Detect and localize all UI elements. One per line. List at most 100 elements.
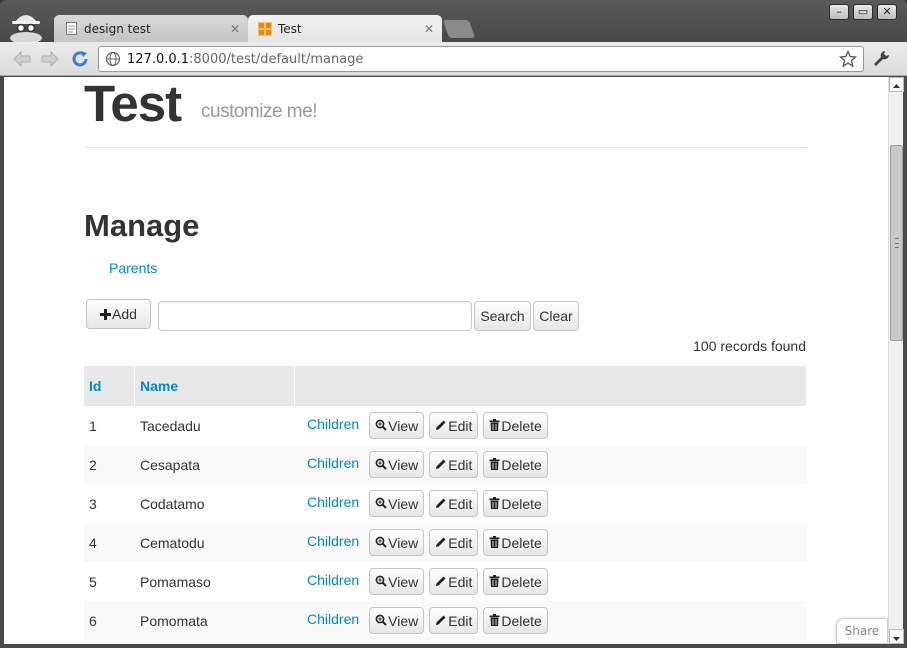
vertical-scrollbar[interactable] [888,77,904,644]
pencil-icon [435,574,448,590]
table-header: Id Name [84,366,807,406]
table-row: 1 Tacedadu Children View Edit Delete [84,406,807,445]
row-actions: Children View Edit Delete [295,568,807,595]
wrench-icon[interactable] [872,50,890,72]
zoom-in-icon [375,457,388,473]
pencil-icon [435,535,448,551]
delete-button[interactable]: Delete [483,451,548,478]
tab-design-test[interactable]: design test ✕ [54,15,248,42]
records-count: 100 records found [693,338,806,354]
table-row: 5 Pomamaso Children View Edit Delete [84,562,807,601]
page-icon [64,22,78,36]
bookmark-star-icon[interactable] [838,49,858,72]
new-tab-button[interactable] [442,20,476,38]
edit-button[interactable]: Edit [429,412,479,439]
delete-button[interactable]: Delete [483,490,548,517]
pencil-icon [435,418,448,434]
edit-button[interactable]: Edit [429,451,479,478]
scroll-up-arrow-icon[interactable] [889,77,904,92]
page-title: Manage [84,208,200,243]
table-row: 2 Cesapata Children View Edit Delete [84,445,807,484]
delete-label: Delete [501,612,542,629]
delete-button[interactable]: Delete [483,412,548,439]
row-actions: Children View Edit Delete [295,529,807,556]
pencil-icon [435,613,448,629]
children-link[interactable]: Children [307,455,359,471]
children-link[interactable]: Children [307,494,359,510]
maximize-button[interactable]: ▭ [853,4,873,20]
scroll-thumb[interactable] [890,145,903,341]
page-container: Test customize me! Manage Parents Add Se… [84,77,807,640]
url-host: 127.0.0.1 [127,51,190,67]
web2py-icon [258,21,272,36]
edit-label: Edit [448,417,473,434]
delete-button[interactable]: Delete [483,568,548,595]
address-bar[interactable]: 127.0.0.1:8000/test/default/manage [98,46,864,72]
view-button[interactable]: View [369,607,425,634]
zoom-in-icon [375,613,388,629]
site-title: Test [84,77,182,132]
delete-button[interactable]: Delete [483,529,548,556]
delete-label: Delete [501,573,542,590]
column-header-id[interactable]: Id [84,366,135,406]
tab-title: Test [278,21,302,36]
close-tab-icon[interactable]: ✕ [424,22,434,36]
view-button[interactable]: View [369,451,425,478]
delete-button[interactable]: Delete [483,607,548,634]
cell-name: Cematodu [140,534,205,551]
edit-button[interactable]: Edit [429,607,479,634]
add-label: Add [112,306,137,322]
parents-link[interactable]: Parents [109,260,157,276]
table-body: 1 Tacedadu Children View Edit Delete 2 Cesapata… [84,406,807,640]
edit-button[interactable]: Edit [429,568,479,595]
row-actions: Children View Edit Delete [295,451,807,478]
tab-test[interactable]: Test ✕ [248,15,442,42]
minimize-button[interactable]: – [829,4,849,20]
trash-icon [489,496,501,512]
search-button[interactable]: Search [474,301,531,331]
pencil-icon [435,457,448,473]
zoom-in-icon [375,535,388,551]
cell-name: Codatamo [140,495,205,512]
cell-name: Tacedadu [140,417,201,434]
table-row: 3 Codatamo Children View Edit Delete [84,484,807,523]
children-link[interactable]: Children [307,416,359,432]
edit-button[interactable]: Edit [429,529,479,556]
search-input[interactable] [158,301,472,331]
row-actions: Children View Edit Delete [295,412,807,439]
children-link[interactable]: Children [307,611,359,627]
forward-arrow-icon[interactable] [40,49,60,69]
view-button[interactable]: View [369,412,425,439]
column-header-actions [295,366,807,406]
view-label: View [388,495,419,512]
trash-icon [489,457,501,473]
cell-id: 3 [89,495,97,512]
children-link[interactable]: Children [307,572,359,588]
cell-name: Cesapata [140,456,200,473]
column-header-name[interactable]: Name [135,366,295,406]
row-actions: Children View Edit Delete [295,490,807,517]
cell-id: 2 [89,456,97,473]
url-path: :8000/test/default/manage [189,51,364,67]
close-window-button[interactable]: ✕ [877,4,897,20]
cell-name: Pomomata [140,612,208,629]
view-button[interactable]: View [369,490,425,517]
back-arrow-icon[interactable] [12,49,32,69]
view-label: View [388,456,419,473]
children-link[interactable]: Children [307,533,359,549]
pencil-icon [435,496,448,512]
add-button[interactable]: Add [86,299,151,329]
view-button[interactable]: View [369,529,425,556]
clear-button[interactable]: Clear [533,301,579,331]
scroll-down-arrow-icon[interactable] [889,629,904,644]
browser-toolbar: 127.0.0.1:8000/test/default/manage [0,42,907,76]
table-row: 4 Cematodu Children View Edit Delete [84,523,807,562]
share-button[interactable]: Share [836,618,888,644]
reload-icon[interactable] [70,49,90,69]
zoom-in-icon [375,418,388,434]
delete-label: Delete [501,534,542,551]
close-tab-icon[interactable]: ✕ [230,22,240,36]
edit-label: Edit [448,573,473,590]
edit-button[interactable]: Edit [429,490,479,517]
view-button[interactable]: View [369,568,425,595]
